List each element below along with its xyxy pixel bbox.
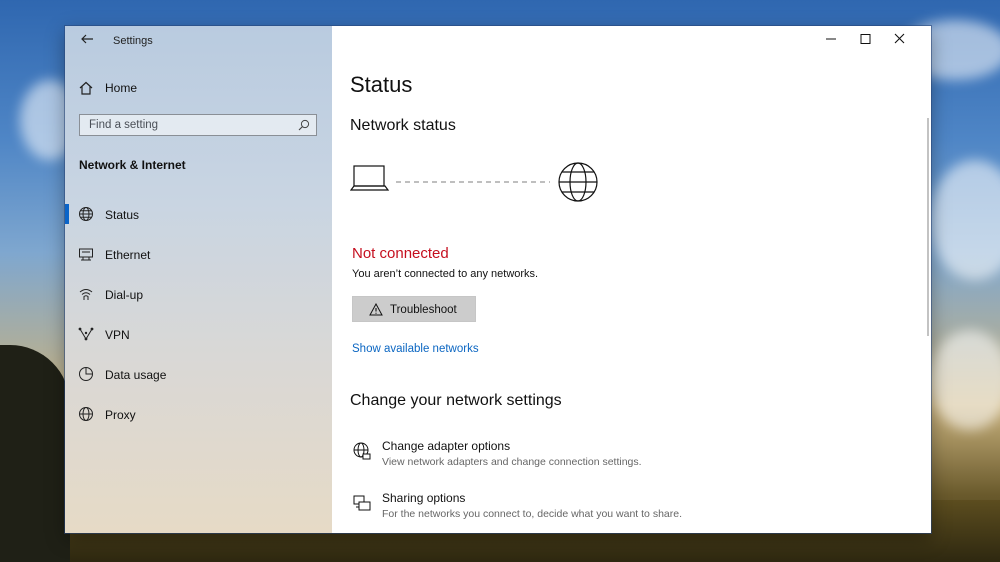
sidebar-item-label: VPN <box>105 328 130 342</box>
sharing-icon <box>353 495 371 511</box>
option-description: View network adapters and change connect… <box>382 456 642 468</box>
maximize-icon <box>860 34 871 44</box>
minimize-button[interactable] <box>819 29 843 49</box>
change-adapter-options[interactable]: Change adapter options View network adap… <box>350 439 910 479</box>
desktop-silhouette <box>0 345 70 562</box>
close-button[interactable] <box>887 29 911 49</box>
adapter-icon <box>353 442 371 460</box>
home-label: Home <box>105 81 138 95</box>
minimize-icon <box>826 38 836 40</box>
vpn-icon <box>78 327 94 341</box>
sidebar-item-ethernet[interactable]: Ethernet <box>65 242 332 282</box>
sharing-options[interactable]: Sharing options For the networks you con… <box>350 491 910 531</box>
search-placeholder: Find a setting <box>89 119 159 131</box>
network-status-heading: Network status <box>350 117 456 134</box>
section-heading: Network & Internet <box>79 158 186 172</box>
desktop-cloud <box>930 330 1000 430</box>
back-arrow-icon <box>81 34 93 44</box>
option-title: Change adapter options <box>382 439 511 453</box>
connection-status: Not connected <box>352 245 449 262</box>
settings-window: Settings Home Find a setting Network & I… <box>65 26 931 533</box>
sidebar-item-dial-up[interactable]: Dial-up <box>65 282 332 322</box>
sidebar-item-vpn[interactable]: VPN <box>65 322 332 362</box>
option-title: Sharing options <box>382 491 466 505</box>
sidebar-item-label: Proxy <box>105 408 136 422</box>
troubleshoot-label: Troubleshoot <box>390 304 457 316</box>
page-title: Status <box>350 72 413 97</box>
close-icon <box>894 33 905 44</box>
globe-icon <box>79 407 93 421</box>
title-bar: Settings <box>65 26 332 56</box>
laptop-icon <box>350 165 390 191</box>
troubleshoot-button[interactable]: Troubleshoot <box>352 296 476 322</box>
home-icon <box>79 81 93 95</box>
sidebar-item-label: Status <box>105 208 140 222</box>
internet-globe-icon <box>558 162 598 202</box>
show-available-networks-link[interactable]: Show available networks <box>352 343 479 355</box>
sidebar-item-status[interactable]: Status <box>65 202 332 242</box>
sidebar-item-label: Dial-up <box>105 288 144 302</box>
maximize-button[interactable] <box>853 29 877 49</box>
selection-indicator <box>65 204 69 224</box>
search-icon <box>298 119 310 131</box>
main-content: Status Network status Not connected You … <box>332 26 931 533</box>
window-controls <box>811 26 931 52</box>
data-usage-icon <box>79 367 93 381</box>
back-button[interactable] <box>77 31 97 51</box>
search-input[interactable]: Find a setting <box>79 114 317 136</box>
sidebar-item-label: Ethernet <box>105 248 151 262</box>
sidebar-nav: Status Ethernet Dial-up VPN Data usage P… <box>65 202 332 442</box>
home-nav-item[interactable]: Home <box>77 78 317 100</box>
network-diagram <box>350 162 598 202</box>
ethernet-icon <box>79 248 93 261</box>
connection-status-description: You aren’t connected to any networks. <box>352 268 539 280</box>
app-title: Settings <box>113 35 153 47</box>
option-description: For the networks you connect to, decide … <box>382 508 682 520</box>
sidebar: Settings Home Find a setting Network & I… <box>65 26 332 533</box>
scrollbar[interactable] <box>927 118 929 336</box>
desktop-cloud <box>930 160 1000 280</box>
sidebar-item-data-usage[interactable]: Data usage <box>65 362 332 402</box>
change-settings-heading: Change your network settings <box>350 392 562 409</box>
sidebar-item-proxy[interactable]: Proxy <box>65 402 332 442</box>
dialup-icon <box>79 289 93 300</box>
globe-icon <box>79 207 93 221</box>
warning-icon <box>369 303 383 316</box>
sidebar-item-label: Data usage <box>105 368 167 382</box>
